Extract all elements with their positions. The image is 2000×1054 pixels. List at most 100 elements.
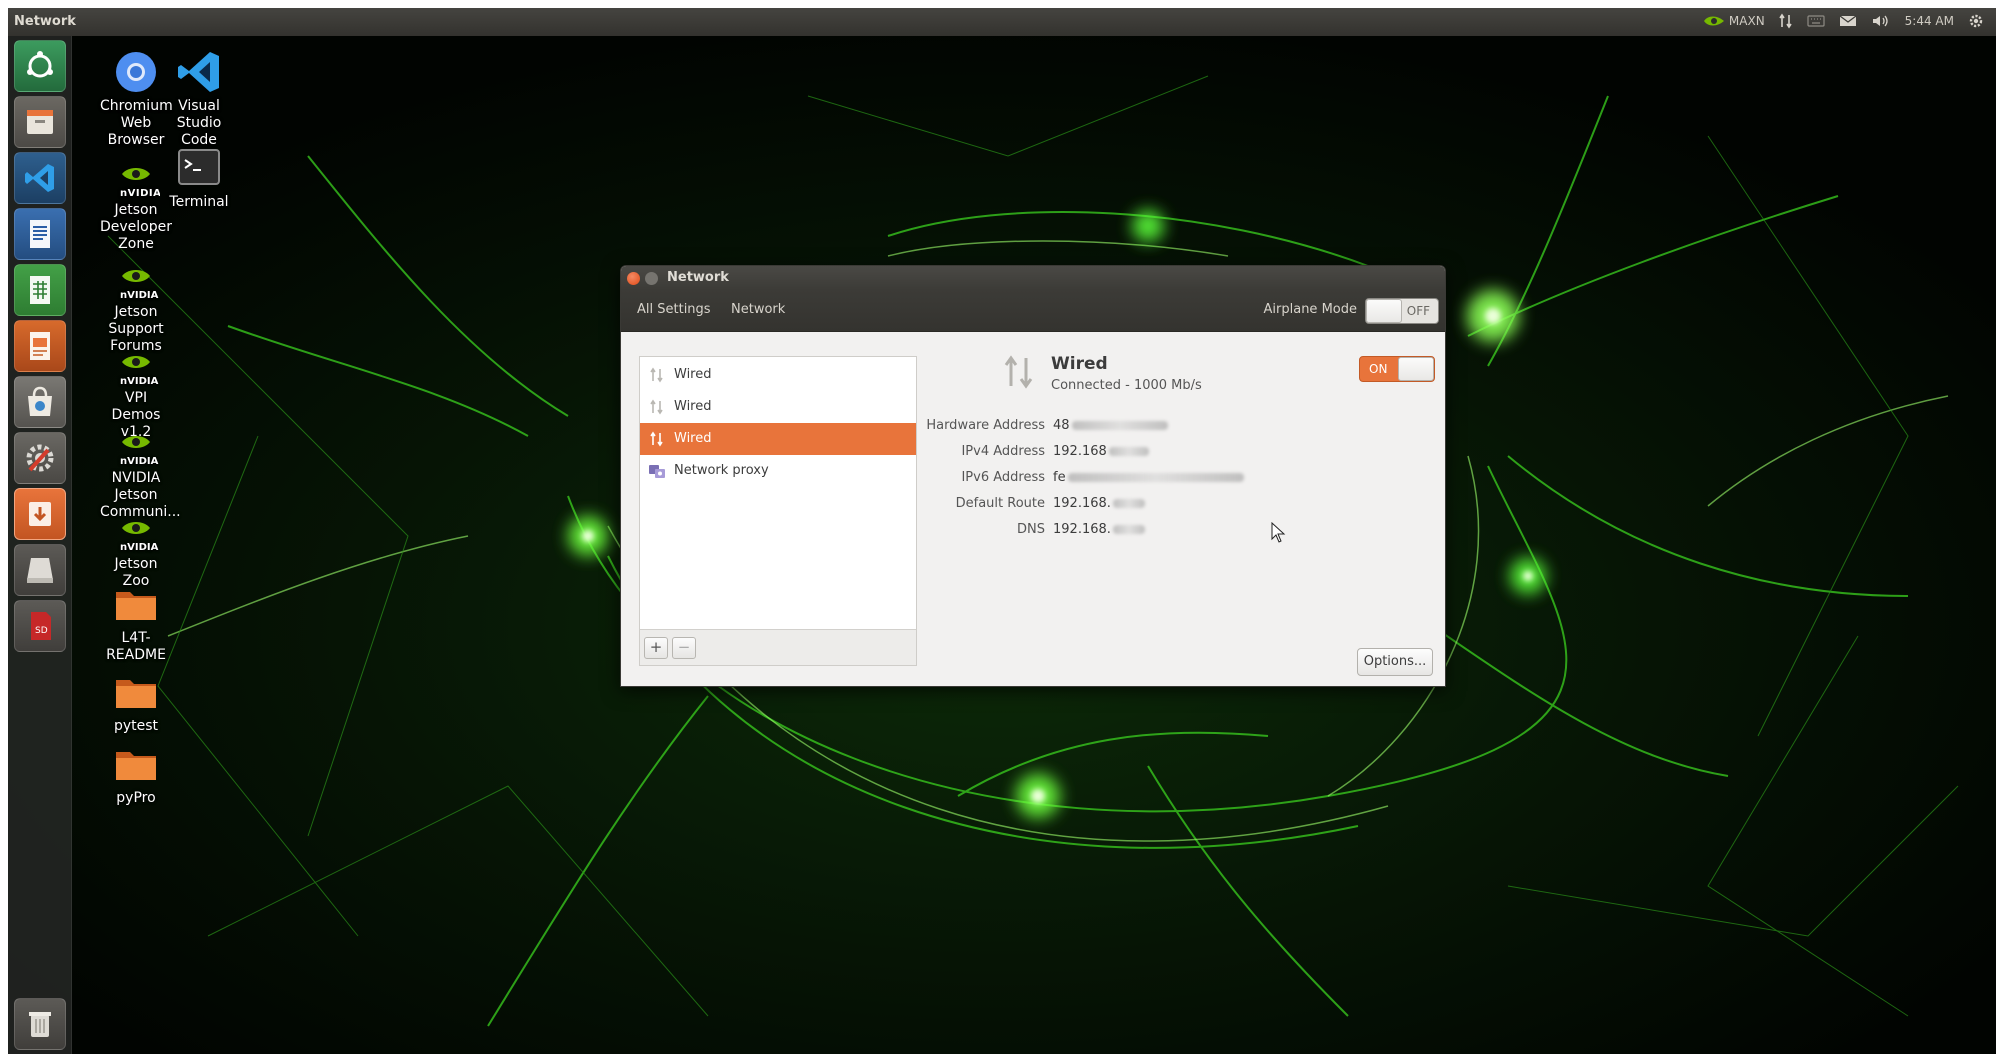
launcher-item-files[interactable] [14,96,66,148]
mail-icon[interactable] [1839,14,1857,28]
software-updater-icon [29,502,51,526]
drive-icon [27,558,53,583]
nvidia-eye-icon [1703,16,1724,26]
desktop-label-jetson-forums: Jetson Support Forums [108,304,164,354]
nvidia-logo-icon: nVIDIA [120,436,159,467]
switch-knob [1398,357,1434,381]
list-item-label: Network proxy [674,463,769,478]
software-center-icon [28,386,52,416]
clock[interactable]: 5:44 AM [1905,14,1954,28]
ipv4-address-row: IPv4 Address 192.168 [921,444,1341,464]
terminal-icon [178,149,220,185]
launcher-item-drive[interactable] [14,544,66,596]
ipv4-address-value: 192.168 [1053,444,1149,459]
files-icon [27,110,53,134]
connection-details: Wired Connected - 1000 Mb/s ON Hardware … [921,342,1435,672]
launcher: SD [8,36,72,1054]
hardware-address-label: Hardware Address [926,418,1045,433]
add-connection-button[interactable]: + [644,637,668,659]
gear-icon[interactable] [1968,13,1984,29]
network-arrows-icon [650,431,663,447]
launcher-item-system-settings[interactable] [14,432,66,484]
desktop-icon-jetson-zoo[interactable]: nVIDIA Jetson Zoo [100,514,172,590]
desktop-icon-pytest[interactable]: pytest [100,668,172,735]
list-toolbar: + − [640,629,916,665]
hardware-address-row: Hardware Address 48 [921,418,1341,438]
calc-icon [30,276,50,304]
close-button[interactable] [627,272,640,285]
launcher-item-software-updater[interactable] [14,488,66,540]
window-titlebar[interactable]: Network [621,266,1445,290]
keyboard-icon[interactable] [1807,14,1825,28]
impress-icon [30,332,50,360]
list-item-wired-3[interactable]: Wired [640,423,916,455]
desktop-label-chromium: Chromium Web Browser [100,98,173,148]
indicator-area: MAXN 5:44 AM [1703,13,1984,29]
desktop-icon-pypro[interactable]: pyPro [100,740,172,807]
vscode-icon [178,52,219,92]
active-app-name: Network [14,14,76,29]
launcher-item-software-center[interactable] [14,376,66,428]
desktop-icon-terminal[interactable]: Terminal [166,144,232,211]
nvidia-logo-icon: nVIDIA [120,168,160,199]
list-item-label: Wired [674,367,712,382]
desktop-icon-jetson-dev-zone[interactable]: nVIDIA Jetson Developer Zone [100,160,172,253]
breadcrumb-all-settings[interactable]: All Settings [635,302,713,317]
folder-icon [116,752,156,780]
wired-on-switch[interactable]: ON [1359,356,1435,382]
airplane-mode-label: Airplane Mode [1263,302,1357,317]
trash-icon [29,1012,51,1037]
default-route-row: Default Route 192.168. [921,496,1341,516]
breadcrumb-network[interactable]: Network [729,302,787,317]
ipv4-address-label: IPv4 Address [961,444,1045,459]
desktop-label-pytest: pytest [113,718,159,734]
power-mode-indicator[interactable]: MAXN [1703,14,1765,28]
launcher-item-vscode[interactable] [14,152,66,204]
desktop-label-pypro: pyPro [116,790,156,806]
svg-text:nVIDIA: nVIDIA [120,456,159,467]
list-item-wired-2[interactable]: Wired [640,391,916,423]
airplane-mode-state: OFF [1406,304,1430,318]
vscode-icon [25,164,54,192]
desktop-icon-chromium[interactable]: Chromium Web Browser [100,48,173,149]
nvidia-logo-icon: nVIDIA [120,522,159,553]
svg-text:SD: SD [35,626,48,636]
default-route-label: Default Route [955,496,1045,511]
remove-connection-button[interactable]: − [672,637,696,659]
launcher-item-writer[interactable] [14,208,66,260]
launcher-item-impress[interactable] [14,320,66,372]
connection-status: Connected - 1000 Mb/s [1051,378,1202,393]
desktop-label-vscode: Visual Studio Code [176,98,222,148]
network-arrows-icon [1004,355,1033,389]
list-item-network-proxy[interactable]: Network proxy [640,455,916,487]
wired-switch-state: ON [1369,362,1388,376]
desktop-icon-readme[interactable]: L4T-README [100,580,172,664]
desktop-icon-vscode[interactable]: Visual Studio Code [166,48,232,149]
volume-icon[interactable] [1871,14,1891,28]
minimize-button[interactable] [645,272,658,285]
ipv6-address-row: IPv6 Address fe [921,470,1341,490]
list-item-wired-1[interactable]: Wired [640,359,916,391]
launcher-item-calc[interactable] [14,264,66,316]
ipv6-address-label: IPv6 Address [961,470,1045,485]
connection-title: Wired [1051,354,1108,374]
airplane-mode-switch[interactable]: OFF [1365,298,1439,324]
desktop-icon-jetson-forums[interactable]: nVIDIA Jetson Support Forums [100,262,172,355]
launcher-item-trash[interactable] [14,998,66,1050]
svg-text:nVIDIA: nVIDIA [120,290,159,301]
nvidia-logo-icon: nVIDIA [120,270,159,301]
launcher-item-dash[interactable] [14,40,66,92]
network-settings-window: Network All Settings Network Airplane Mo… [620,265,1446,687]
launcher-item-sd-card[interactable]: SD [14,600,66,652]
desktop-icon-jetson-community[interactable]: nVIDIA NVIDIA Jetson Communi... [100,428,181,521]
ipv6-address-value: fe [1053,470,1244,485]
nvidia-logo-icon: nVIDIA [120,356,159,387]
top-panel: Network MAXN 5:44 AM [8,8,1996,36]
svg-text:nVIDIA: nVIDIA [120,542,159,553]
options-button[interactable]: Options... [1357,648,1433,676]
network-arrows-icon[interactable] [1779,13,1793,29]
ubuntu-dash-icon [27,51,53,78]
dns-label: DNS [1017,522,1045,537]
chromium-icon [116,52,156,92]
proxy-icon [649,465,665,478]
